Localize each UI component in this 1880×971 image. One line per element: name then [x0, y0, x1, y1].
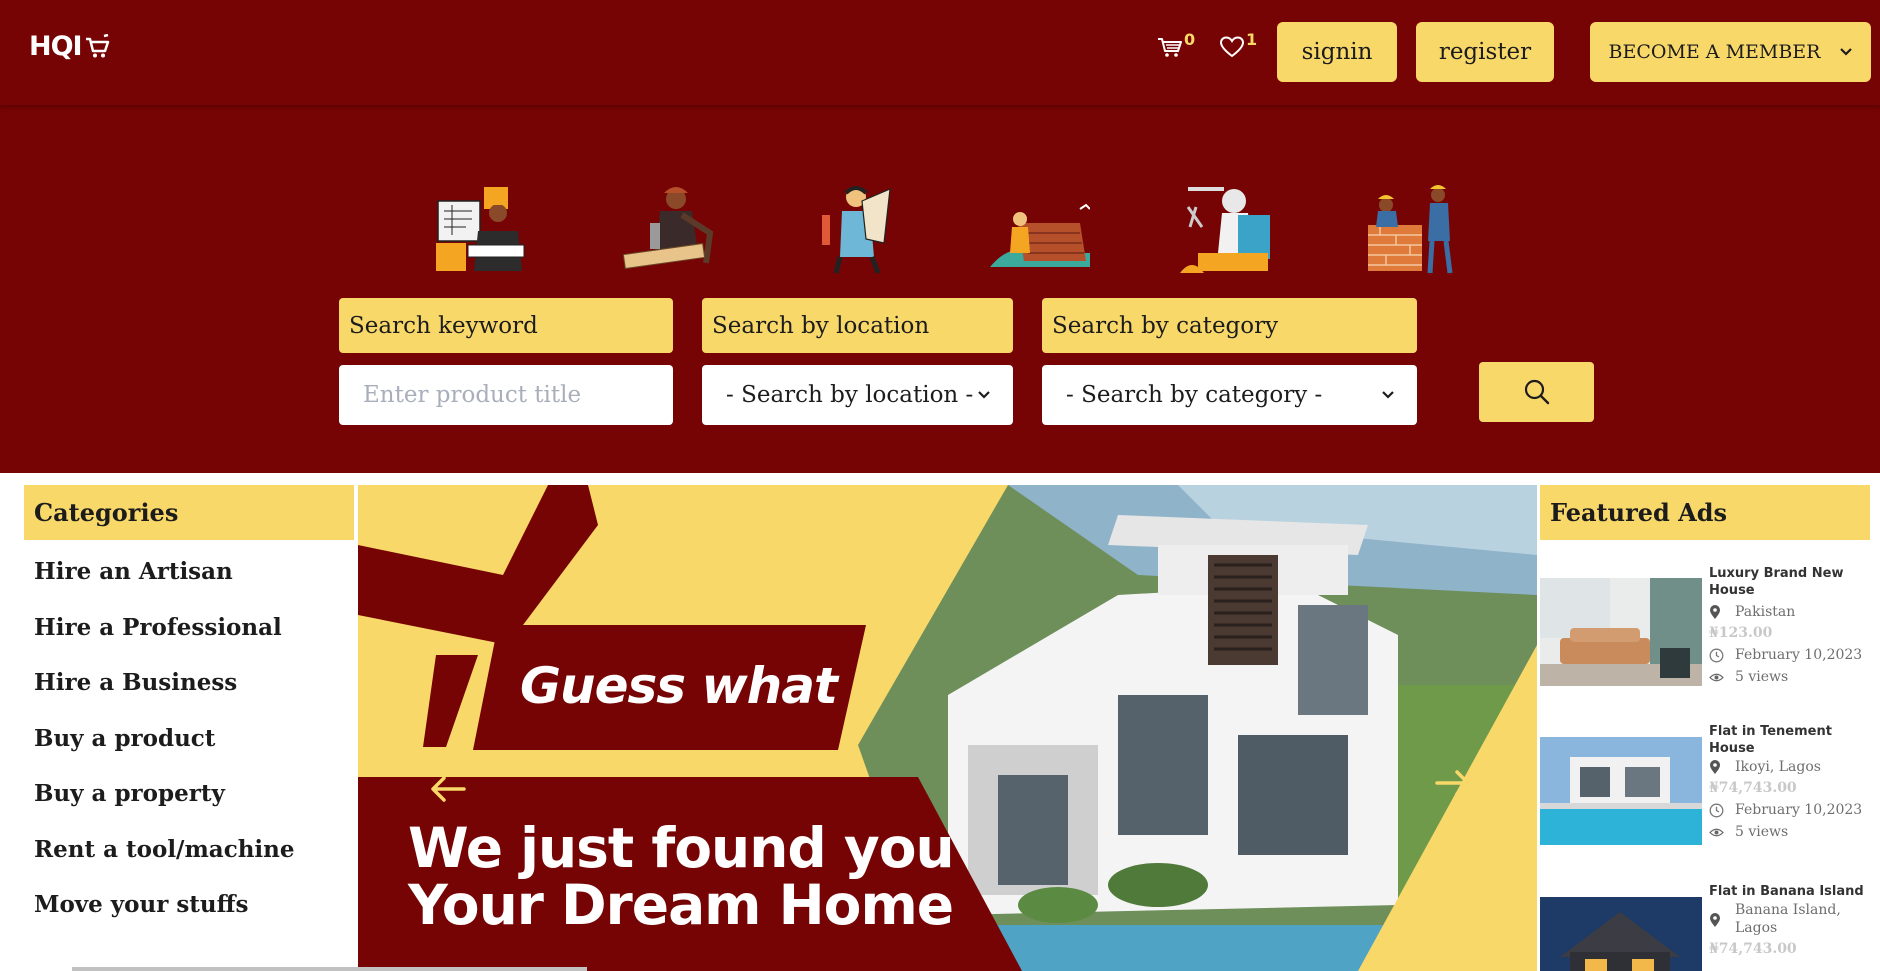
cart-button[interactable]: 0	[1157, 30, 1195, 60]
ad-date: February 10,2023	[1735, 802, 1863, 818]
ad-details: Flat in Banana Island Banana Island, Lag…	[1709, 883, 1880, 958]
location-pin-icon	[1710, 912, 1720, 927]
clock-icon	[1709, 803, 1724, 817]
location-pin-icon	[1710, 759, 1720, 774]
ad-price: ₦123.00	[1709, 625, 1773, 641]
ad-views: 5 views	[1735, 824, 1789, 840]
register-button[interactable]: register	[1416, 22, 1554, 82]
chevron-down-icon	[1839, 48, 1852, 56]
search-button[interactable]	[1479, 362, 1594, 422]
banner-headline: Guess what	[520, 657, 838, 715]
category-item[interactable]: Buy a product	[34, 725, 295, 781]
ad-date: February 10,2023	[1735, 647, 1863, 663]
location-pin-icon	[1710, 604, 1720, 619]
ad-location: Ikoyi, Lagos	[1735, 759, 1821, 775]
architect-illustration	[436, 187, 525, 271]
become-member-button[interactable]: BECOME A MEMBER	[1590, 22, 1871, 82]
chevron-down-icon	[978, 391, 990, 399]
ad-thumbnail[interactable]	[1540, 578, 1702, 686]
categories-heading: Categories	[24, 485, 354, 540]
ad-location-row: Ikoyi, Lagos	[1709, 758, 1880, 776]
cart-count: 0	[1184, 30, 1196, 49]
category-item[interactable]: Rent a tool/machine	[34, 836, 295, 892]
become-member-label: BECOME A MEMBER	[1608, 41, 1821, 63]
category-item[interactable]: Hire an Artisan	[34, 558, 295, 614]
horizontal-scrollbar[interactable]	[72, 967, 587, 971]
ad-views: 5 views	[1735, 669, 1789, 685]
ad-title[interactable]: Luxury Brand New House	[1709, 565, 1880, 599]
cart-icon	[1158, 38, 1182, 57]
category-label: Search by category	[1042, 298, 1417, 353]
living-room-photo	[1540, 578, 1702, 686]
mechanic-illustration	[822, 186, 891, 274]
logo-cart-icon	[85, 33, 109, 57]
ad-location-row: Pakistan	[1709, 603, 1880, 621]
location-select[interactable]: - Search by location -	[702, 365, 1013, 425]
chevron-down-icon	[1382, 391, 1394, 399]
eye-icon	[1709, 828, 1724, 836]
signin-button[interactable]: signin	[1277, 22, 1397, 82]
featured-ads-heading: Featured Ads	[1540, 485, 1870, 540]
ad-title[interactable]: Flat in Banana Island	[1709, 883, 1880, 900]
hero-banner-carousel: Guess what We just found you Your Dream …	[358, 485, 1537, 971]
category-item[interactable]: Hire a Business	[34, 669, 295, 725]
roofer-illustration	[990, 203, 1090, 267]
ad-views-row: 5 views	[1709, 668, 1880, 686]
ad-location-row: Banana Island, Lagos	[1709, 901, 1880, 937]
categories-list: Hire an Artisan Hire a Professional Hire…	[34, 558, 295, 947]
ad-details: Flat in Tenement House Ikoyi, Lagos ₦74,…	[1709, 723, 1880, 841]
wishlist-count: 1	[1246, 30, 1258, 49]
logo-text: HQI	[29, 31, 83, 62]
keyword-label: Search keyword	[339, 298, 673, 353]
location-select-value: - Search by location -	[726, 382, 974, 408]
ad-price: ₦74,743.00	[1709, 780, 1797, 796]
ad-location: Pakistan	[1735, 604, 1796, 620]
wishlist-button[interactable]: 1	[1219, 30, 1257, 60]
ad-date-row: February 10,2023	[1709, 646, 1880, 664]
bricklayer-illustration	[1368, 185, 1453, 274]
banner-tagline: We just found you Your Dream Home	[408, 816, 955, 937]
ad-details: Luxury Brand New House Pakistan ₦123.00 …	[1709, 565, 1880, 686]
heart-icon	[1219, 36, 1245, 58]
villa-night-photo	[1540, 897, 1702, 971]
arrow-right-icon[interactable]	[1433, 767, 1473, 799]
site-logo[interactable]: HQI	[29, 31, 110, 62]
search-icon	[1524, 379, 1549, 405]
carpenter-illustration	[622, 187, 714, 270]
banner-tagline-line1: We just found you	[408, 816, 955, 880]
hero-search-section: Search keyword Search by location Search…	[0, 105, 1880, 473]
welder-illustration	[1180, 187, 1270, 273]
location-label: Search by location	[702, 298, 1013, 353]
ad-thumbnail[interactable]	[1540, 737, 1702, 845]
ad-thumbnail[interactable]	[1540, 897, 1702, 971]
top-navbar: HQI 0 1 signin register BECOME A MEMBER	[0, 0, 1880, 105]
category-select-value: - Search by category -	[1066, 382, 1323, 408]
category-select[interactable]: - Search by category -	[1042, 365, 1417, 425]
ad-views-row: 5 views	[1709, 823, 1880, 841]
ad-location: Banana Island, Lagos	[1735, 902, 1841, 936]
eye-icon	[1709, 673, 1724, 681]
clock-icon	[1709, 648, 1724, 662]
ad-date-row: February 10,2023	[1709, 801, 1880, 819]
ad-price: ₦74,743.00	[1709, 941, 1797, 957]
keyword-input[interactable]: Enter product title	[339, 365, 673, 425]
category-item[interactable]: Hire a Professional	[34, 614, 295, 670]
ad-title[interactable]: Flat in Tenement House	[1709, 723, 1880, 757]
banner-tagline-line2: Your Dream Home	[408, 873, 954, 937]
category-item[interactable]: Move your stuffs	[34, 891, 295, 947]
category-item[interactable]: Buy a property	[34, 780, 295, 836]
pool-house-photo	[1540, 737, 1702, 845]
arrow-left-icon[interactable]	[428, 773, 468, 805]
